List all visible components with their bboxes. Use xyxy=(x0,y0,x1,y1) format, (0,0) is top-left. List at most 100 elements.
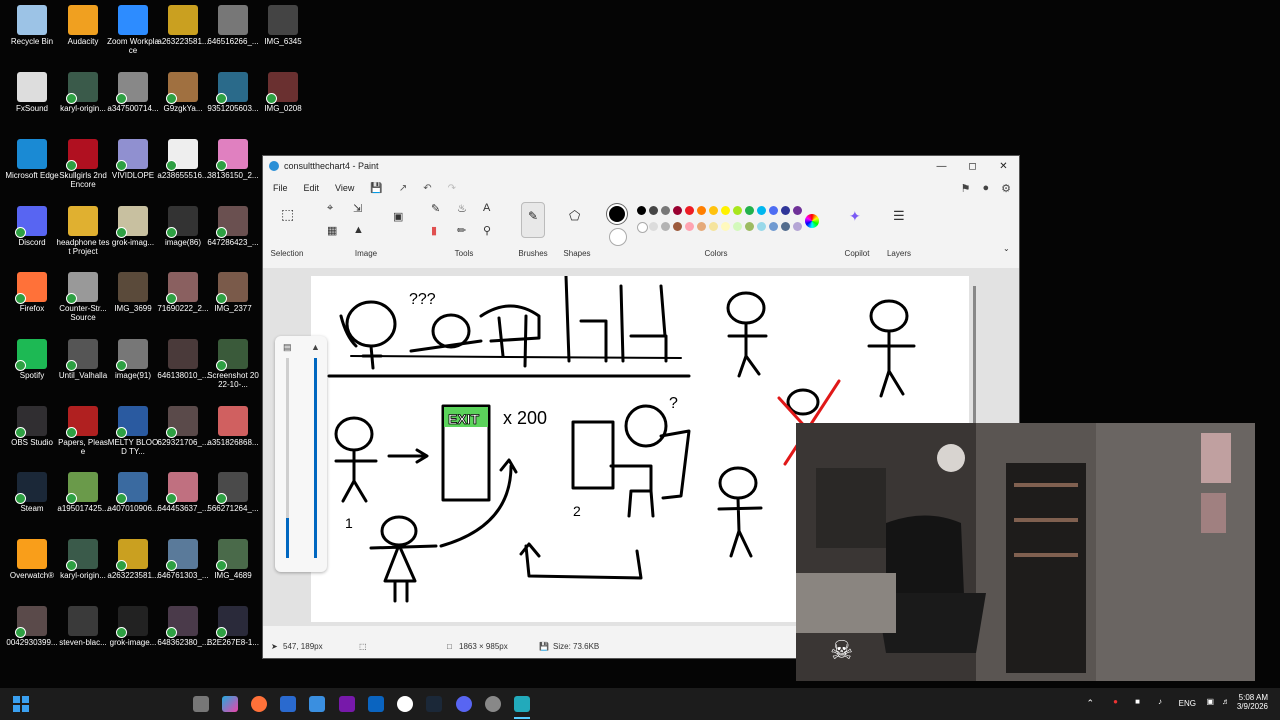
desktop-icon[interactable]: headphone test Project xyxy=(56,206,110,256)
desktop-icon[interactable]: B2E267E8-1... xyxy=(206,606,260,647)
color-swatch[interactable] xyxy=(637,222,648,233)
desktop-icon[interactable]: OBS Studio xyxy=(5,406,59,447)
share-icon[interactable]: ↗ xyxy=(399,183,407,194)
pencil-icon[interactable]: ✎ xyxy=(431,202,440,215)
desktop-icon[interactable]: Skullgirls 2nd Encore xyxy=(56,139,110,189)
firefox-taskbar-icon[interactable] xyxy=(251,696,267,712)
desktop-icon[interactable]: 71690222_2... xyxy=(156,272,210,313)
desktop-icon[interactable]: 629321706_... xyxy=(156,406,210,447)
desktop-icon[interactable]: 644453637_... xyxy=(156,472,210,513)
desktop-icon[interactable]: a407010906... xyxy=(106,472,160,513)
desktop-icon[interactable]: MELTY BLOOD TY... xyxy=(106,406,160,456)
crop-icon[interactable]: ⌖ xyxy=(327,202,333,215)
network-icon[interactable]: ▣ xyxy=(1206,697,1214,706)
copilot-taskbar-icon[interactable] xyxy=(222,696,238,712)
paint-taskbar-icon[interactable] xyxy=(514,696,530,712)
text-icon[interactable]: A xyxy=(483,202,490,214)
desktop-icon[interactable]: karyl-origin... xyxy=(56,539,110,580)
desktop-icon[interactable]: 0042930399... xyxy=(5,606,59,647)
menu-view[interactable]: View xyxy=(335,183,354,193)
color-swatch[interactable] xyxy=(745,206,754,215)
language-indicator[interactable]: ENG xyxy=(1179,699,1196,708)
selection-icon[interactable]: ⬚ xyxy=(281,206,294,223)
fill-icon[interactable]: ♨ xyxy=(457,202,467,215)
file-explorer-icon[interactable] xyxy=(193,696,209,712)
desktop-icon[interactable]: image(91) xyxy=(106,339,160,380)
resize-icon[interactable]: ⇲ xyxy=(353,202,362,215)
settings-taskbar-icon[interactable] xyxy=(485,696,501,712)
desktop-icon[interactable]: a351826868... xyxy=(206,406,260,447)
chrome-icon[interactable] xyxy=(397,696,413,712)
desktop-icon[interactable]: Audacity xyxy=(56,5,110,46)
desktop-icon[interactable]: Microsoft Edge xyxy=(5,139,59,180)
desktop-icon[interactable]: Spotify xyxy=(5,339,59,380)
desktop-icon[interactable]: 646516266_... xyxy=(206,5,260,46)
undo-icon[interactable]: ↶ xyxy=(423,183,431,194)
desktop-icon[interactable]: steven-blac... xyxy=(56,606,110,647)
color-swatch[interactable] xyxy=(745,222,754,231)
steam-taskbar-icon[interactable] xyxy=(426,696,442,712)
menu-edit[interactable]: Edit xyxy=(304,183,320,193)
color-picker-icon[interactable]: ✏ xyxy=(457,224,466,237)
color-swatch[interactable] xyxy=(757,206,766,215)
image-tool-icon[interactable]: ▦ xyxy=(327,224,337,237)
color-swatch[interactable] xyxy=(781,222,790,231)
color-swatch[interactable] xyxy=(769,222,778,231)
edit-colors-icon[interactable] xyxy=(805,214,819,228)
desktop-icon[interactable]: IMG_6345 xyxy=(256,5,310,46)
desktop-icon[interactable]: a347500714... xyxy=(106,72,160,113)
color-swatch[interactable] xyxy=(661,206,670,215)
desktop-icon[interactable]: IMG_3699 xyxy=(106,272,160,313)
tray-app-icon-2[interactable]: ■ xyxy=(1135,697,1140,706)
desktop-icon[interactable]: 648362380_... xyxy=(156,606,210,647)
color-swatch[interactable] xyxy=(673,206,682,215)
color-swatch[interactable] xyxy=(793,206,802,215)
account-icon[interactable]: ● xyxy=(982,182,989,195)
desktop-icon[interactable]: Papers, Please xyxy=(56,406,110,456)
desktop-icon[interactable]: IMG_0208 xyxy=(256,72,310,113)
shapes-icon[interactable]: ⬠ xyxy=(569,208,580,224)
color-swatch[interactable] xyxy=(721,222,730,231)
eraser-icon[interactable]: ▮ xyxy=(431,224,437,237)
desktop-icon[interactable]: 646761303_... xyxy=(156,539,210,580)
desktop-icon[interactable]: Until_Valhalla xyxy=(56,339,110,380)
desktop-icon[interactable]: a238655516... xyxy=(156,139,210,180)
select-all-icon[interactable]: ▣ xyxy=(393,210,403,223)
menu-file[interactable]: File xyxy=(273,183,288,193)
brushes-button[interactable]: ✎ xyxy=(521,202,545,238)
color-swatch[interactable] xyxy=(757,222,766,231)
color-swatch[interactable] xyxy=(697,222,706,231)
desktop-icon[interactable]: a195017425... xyxy=(56,472,110,513)
color-swatch[interactable] xyxy=(685,206,694,215)
desktop-icon[interactable]: Screenshot 2022-10-... xyxy=(206,339,260,389)
desktop-icon[interactable]: a263223581... xyxy=(156,5,210,46)
desktop-icon[interactable]: Counter-Str... Source xyxy=(56,272,110,322)
desktop-icon[interactable]: FxSound xyxy=(5,72,59,113)
layers-icon[interactable]: ☰ xyxy=(893,208,905,224)
opacity-slider[interactable] xyxy=(286,358,289,558)
desktop-icon[interactable]: 38136150_2... xyxy=(206,139,260,180)
color-swatch[interactable] xyxy=(709,206,718,215)
minimize-button[interactable]: — xyxy=(926,161,957,172)
save-icon[interactable]: 💾 xyxy=(370,183,382,194)
color-swatch[interactable] xyxy=(793,222,802,231)
ribbon-expand-icon[interactable]: ⌄ xyxy=(1003,244,1010,253)
notepad-icon[interactable] xyxy=(309,696,325,712)
secondary-color[interactable] xyxy=(609,228,627,246)
outlook-icon[interactable] xyxy=(368,696,384,712)
feedback-icon[interactable]: ⚑ xyxy=(961,182,971,195)
color-swatch[interactable] xyxy=(721,206,730,215)
copilot-icon[interactable]: ✦ xyxy=(849,208,861,225)
size-slider[interactable] xyxy=(314,358,317,558)
primary-color[interactable] xyxy=(609,206,625,222)
color-swatch[interactable] xyxy=(661,222,670,231)
desktop-icon[interactable]: Zoom Workplace xyxy=(106,5,160,55)
desktop-icon[interactable]: VIVIDLOPE xyxy=(106,139,160,180)
microphone-icon[interactable]: ♪ xyxy=(1158,697,1162,706)
tray-overflow-icon[interactable]: ⌃ xyxy=(1086,698,1094,709)
color-swatch[interactable] xyxy=(709,222,718,231)
volume-icon[interactable]: ♬ xyxy=(1222,697,1230,706)
desktop-icon[interactable]: grok-image... xyxy=(106,606,160,647)
color-swatch[interactable] xyxy=(673,222,682,231)
color-swatch[interactable] xyxy=(637,206,646,215)
